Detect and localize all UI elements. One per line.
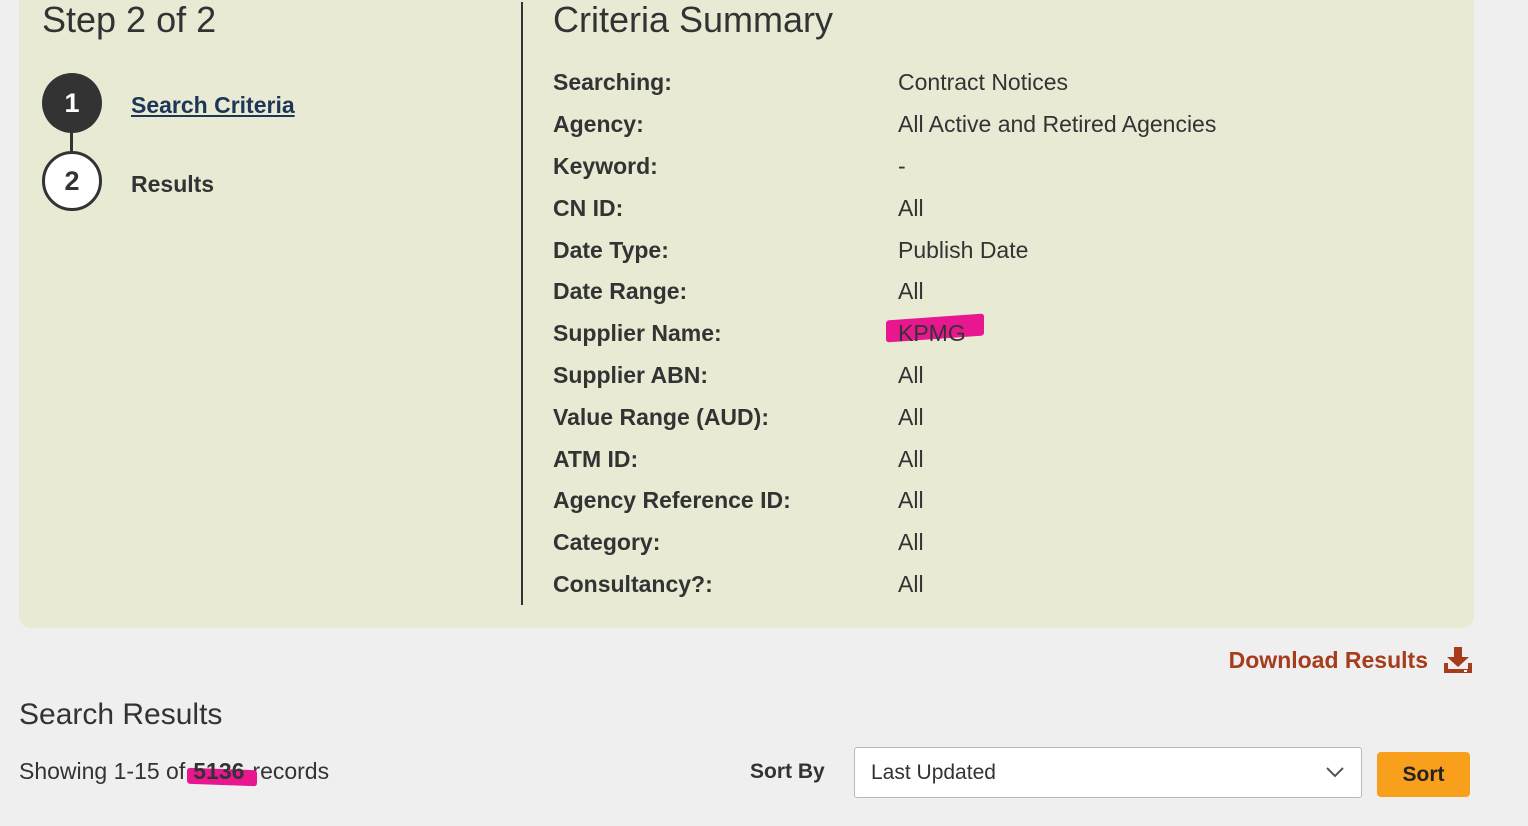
results-total: 5136 [193, 758, 245, 784]
criteria-label: Supplier Name: [553, 320, 722, 347]
criteria-row-keyword: Keyword: - [553, 146, 1433, 188]
criteria-summary-title: Criteria Summary [553, 0, 834, 40]
results-count-text: Showing 1-15 of 5136 records [19, 758, 330, 787]
criteria-label: Category: [553, 529, 661, 556]
criteria-value: All [898, 570, 924, 597]
vertical-divider [521, 2, 523, 605]
criteria-row-atm-id: ATM ID: All [553, 438, 1433, 480]
download-icon [1444, 647, 1472, 673]
step-2-circle: 2 [42, 151, 102, 211]
download-results-label: Download Results [1228, 646, 1428, 673]
criteria-value: Contract Notices [898, 69, 1069, 96]
criteria-value: All [898, 445, 924, 472]
showing-suffix: records [252, 758, 330, 784]
criteria-label: Agency Reference ID: [553, 487, 791, 514]
criteria-row-searching: Searching: Contract Notices [553, 62, 1433, 104]
step-1-circle: 1 [42, 73, 102, 133]
criteria-row-supplier-name: Supplier Name: KPMG [553, 313, 1433, 355]
criteria-value: All [898, 529, 924, 556]
criteria-row-consultancy: Consultancy?: All [553, 564, 1433, 606]
search-results-title: Search Results [19, 698, 223, 731]
criteria-label: ATM ID: [553, 445, 639, 472]
criteria-row-date-range: Date Range: All [553, 271, 1433, 313]
criteria-label: Date Type: [553, 236, 669, 263]
criteria-label: Supplier ABN: [553, 361, 709, 388]
chevron-down-icon [1326, 767, 1344, 778]
criteria-value: All Active and Retired Agencies [898, 111, 1217, 138]
sort-by-selected-value: Last Updated [871, 760, 996, 784]
criteria-value: All [898, 403, 924, 430]
stepper: 1 Search Criteria 2 Results [42, 73, 442, 213]
results-total-highlighted: 5136 [187, 758, 258, 787]
criteria-label: Agency: [553, 111, 644, 138]
criteria-value: All [898, 194, 924, 221]
criteria-label: Date Range: [553, 278, 688, 305]
criteria-label: Keyword: [553, 152, 658, 179]
step-title: Step 2 of 2 [42, 0, 217, 40]
criteria-value: All [898, 487, 924, 514]
criteria-value: - [898, 152, 906, 179]
criteria-row-value-range: Value Range (AUD): All [553, 396, 1433, 438]
criteria-value-text: KPMG [898, 320, 966, 347]
criteria-row-supplier-abn: Supplier ABN: All [553, 355, 1433, 397]
sort-by-select[interactable]: Last Updated [854, 747, 1362, 798]
criteria-label: Searching: [553, 69, 672, 96]
criteria-row-cn-id: CN ID: All [553, 187, 1433, 229]
criteria-list: Searching: Contract Notices Agency: All … [553, 62, 1433, 605]
criteria-value-highlighted: KPMG [886, 313, 984, 347]
sort-button[interactable]: Sort [1377, 752, 1470, 797]
download-results-link[interactable]: Download Results [1229, 646, 1474, 674]
showing-prefix: Showing 1-15 of [19, 758, 186, 784]
criteria-value: All [898, 361, 924, 388]
step-1-link-search-criteria[interactable]: Search Criteria [131, 92, 295, 119]
criteria-row-category: Category: All [553, 522, 1433, 564]
criteria-label: Value Range (AUD): [553, 403, 769, 430]
criteria-label: CN ID: [553, 194, 624, 221]
criteria-value: All [898, 278, 924, 305]
criteria-row-agency: Agency: All Active and Retired Agencies [553, 104, 1433, 146]
criteria-row-agency-reference-id: Agency Reference ID: All [553, 480, 1433, 522]
criteria-value: Publish Date [898, 236, 1029, 263]
step-2-label-results: Results [131, 171, 215, 197]
sort-by-label: Sort By [750, 760, 825, 783]
page: Step 2 of 2 1 Search Criteria 2 Results … [0, 0, 1528, 826]
criteria-label: Consultancy?: [553, 570, 713, 597]
criteria-row-date-type: Date Type: Publish Date [553, 229, 1433, 271]
